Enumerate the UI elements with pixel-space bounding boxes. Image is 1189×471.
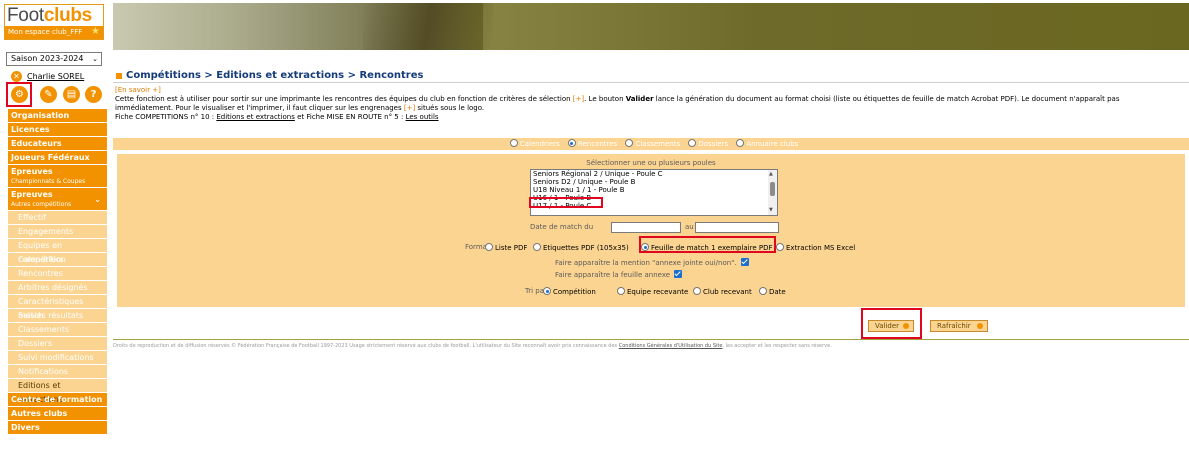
brand-part1: Foot [7, 5, 44, 26]
en-savoir-plus-link[interactable]: [En savoir +] [115, 86, 161, 94]
help-icon[interactable]: ? [85, 86, 102, 103]
radio-calendriers[interactable] [509, 139, 518, 147]
sidebar-subitem-suivi[interactable]: Suivi modifications [8, 351, 107, 365]
highlight-box-format [639, 236, 776, 253]
date-to-input[interactable] [695, 222, 779, 233]
highlight-box-gear [6, 82, 32, 107]
season-select[interactable]: Saison 2023-2024 ⌄ [6, 52, 102, 66]
radio-liste-pdf[interactable] [485, 243, 493, 251]
sidebar-item-licences[interactable]: Licences [8, 123, 107, 137]
logout-icon[interactable]: ✕ [11, 71, 22, 82]
sidebar-subitem-notifications[interactable]: Notifications [8, 365, 107, 379]
tool-icons: ⚙ ✎ ▤ ? [6, 82, 104, 107]
scroll-up-icon[interactable]: ▲ [769, 171, 773, 177]
radio-tri-competition[interactable] [543, 287, 551, 295]
document-icon[interactable]: ▤ [63, 86, 80, 103]
sidebar-subitem-rencontres[interactable]: Rencontres [8, 267, 107, 281]
sidebar-menu: Organisation Licences Educateurs Joueurs… [8, 109, 107, 435]
sidebar-item-divers[interactable]: Divers [8, 421, 107, 435]
sidebar-subitem-engagements[interactable]: Engagements [8, 225, 107, 239]
chevron-down-icon: ⌄ [92, 55, 98, 63]
poules-label: Sélectionner une ou plusieurs poules [586, 159, 716, 167]
brand-part2: clubs [43, 5, 92, 26]
radio-tri-date[interactable] [759, 287, 767, 295]
sidebar-subitem-dossiers[interactable]: Dossiers [8, 337, 107, 351]
radio-annuaire-clubs[interactable] [736, 139, 745, 147]
annexe-mention-label: Faire apparaître la mention "annexe join… [555, 258, 749, 267]
plus-link-2[interactable]: [+] [404, 104, 415, 112]
fiche-outils-link[interactable]: Les outils [406, 113, 439, 121]
page-title: Compétitions > Editions et extractions >… [126, 70, 424, 81]
sidebar: Footclubs Mon espace club_FFF ★ Saison 20… [0, 0, 107, 471]
highlight-box-valider [861, 308, 922, 339]
star-icon: ★ [91, 26, 100, 37]
sidebar-item-autres-clubs[interactable]: Autres clubs [8, 407, 107, 421]
header-banner [113, 3, 1189, 50]
poule-option[interactable]: Seniors Régional 2 / Unique - Poule C [531, 170, 777, 178]
date-label: Date de match du [530, 223, 594, 231]
footclubs-logo[interactable]: Footclubs Mon espace club_FFF ★ [4, 4, 104, 40]
scroll-down-icon[interactable]: ▼ [769, 207, 773, 213]
sidebar-subitem-editions[interactable]: Editions et extractions [8, 379, 107, 404]
sidebar-subitem-equipes[interactable]: Equipes en compétition [8, 239, 107, 264]
sidebar-item-centre-formation[interactable]: Centre de formation [8, 393, 107, 407]
annexe-feuille-label: Faire apparaître la feuille annexe [555, 270, 683, 279]
date-row: Date de match du au [117, 222, 1185, 234]
edit-icon[interactable]: ✎ [40, 86, 57, 103]
radio-dossiers[interactable] [688, 139, 697, 147]
selection-panel: Sélectionner une ou plusieurs poules Sen… [117, 154, 1185, 307]
chevron-down-icon: ⌄ [94, 195, 101, 204]
radio-tri-equipe-recevante[interactable] [617, 287, 625, 295]
footer-divider [113, 339, 1189, 340]
date-from-input[interactable] [611, 222, 681, 233]
action-bar: Valider Rafraîchir [113, 308, 1189, 340]
sidebar-subitem-effectif[interactable]: Effectif [8, 211, 107, 225]
radio-rencontres[interactable] [567, 139, 576, 147]
sidebar-item-organisation[interactable]: Organisation [8, 109, 107, 123]
sidebar-subitem-classements[interactable]: Classements [8, 323, 107, 337]
poule-option[interactable]: U18 Niveau 1 / 1 - Poule B [531, 186, 777, 194]
sidebar-item-epreuves-championnats[interactable]: Epreuves Championnats & Coupes [8, 165, 107, 188]
bullet-icon [116, 73, 122, 79]
listbox-scrollbar[interactable]: ▲ ▼ [768, 170, 777, 215]
sidebar-subitem-saisies[interactable]: Saisies résultats [8, 309, 107, 323]
info-text: Cette fonction est à utiliser pour sorti… [115, 95, 1120, 121]
radio-classements[interactable] [625, 139, 634, 147]
breadcrumb: Compétitions > Editions et extractions >… [113, 70, 1189, 83]
user-name-link[interactable]: Charlie SOREL [27, 72, 84, 81]
radio-extraction-excel[interactable] [776, 243, 784, 251]
fiche-editions-link[interactable]: Editions et extractions [216, 113, 295, 121]
rafraichir-button[interactable]: Rafraîchir [930, 320, 988, 332]
poule-option[interactable]: Seniors D2 / Unique - Poule B [531, 178, 777, 186]
date-to-label: au [685, 223, 694, 231]
sidebar-item-joueurs-federaux[interactable]: Joueurs Fédéraux [8, 151, 107, 165]
plus-link[interactable]: [+] [573, 95, 584, 103]
document-type-radios: Calendriers Rencontres Classements Dossi… [113, 138, 1189, 150]
radio-tri-club-recevant[interactable] [693, 287, 701, 295]
footer: Droits de reproduction et de diffusion r… [113, 343, 832, 349]
radio-etiquettes-pdf[interactable] [533, 243, 541, 251]
cgu-link[interactable]: Conditions Générales d'Utilisation du Si… [619, 343, 723, 349]
highlight-box-poule [529, 197, 603, 208]
sidebar-item-epreuves-autres[interactable]: Epreuves Autres compétitions ⌄ [8, 188, 107, 211]
sidebar-subitem-caracteristiques[interactable]: Caractéristiques match [8, 295, 107, 320]
sidebar-item-educateurs[interactable]: Educateurs [8, 137, 107, 151]
bullet-icon [977, 323, 983, 329]
brand-subtitle: Mon espace club_FFF ★ [5, 26, 103, 39]
sidebar-subitem-calendriers[interactable]: Calendriers [8, 253, 107, 267]
poules-listbox[interactable]: Seniors Régional 2 / Unique - Poule C Se… [530, 169, 778, 216]
annexe-mention-checkbox[interactable] [740, 258, 749, 266]
annexe-feuille-checkbox[interactable] [674, 270, 683, 278]
sidebar-subitem-arbitres[interactable]: Arbitres désignés [8, 281, 107, 295]
